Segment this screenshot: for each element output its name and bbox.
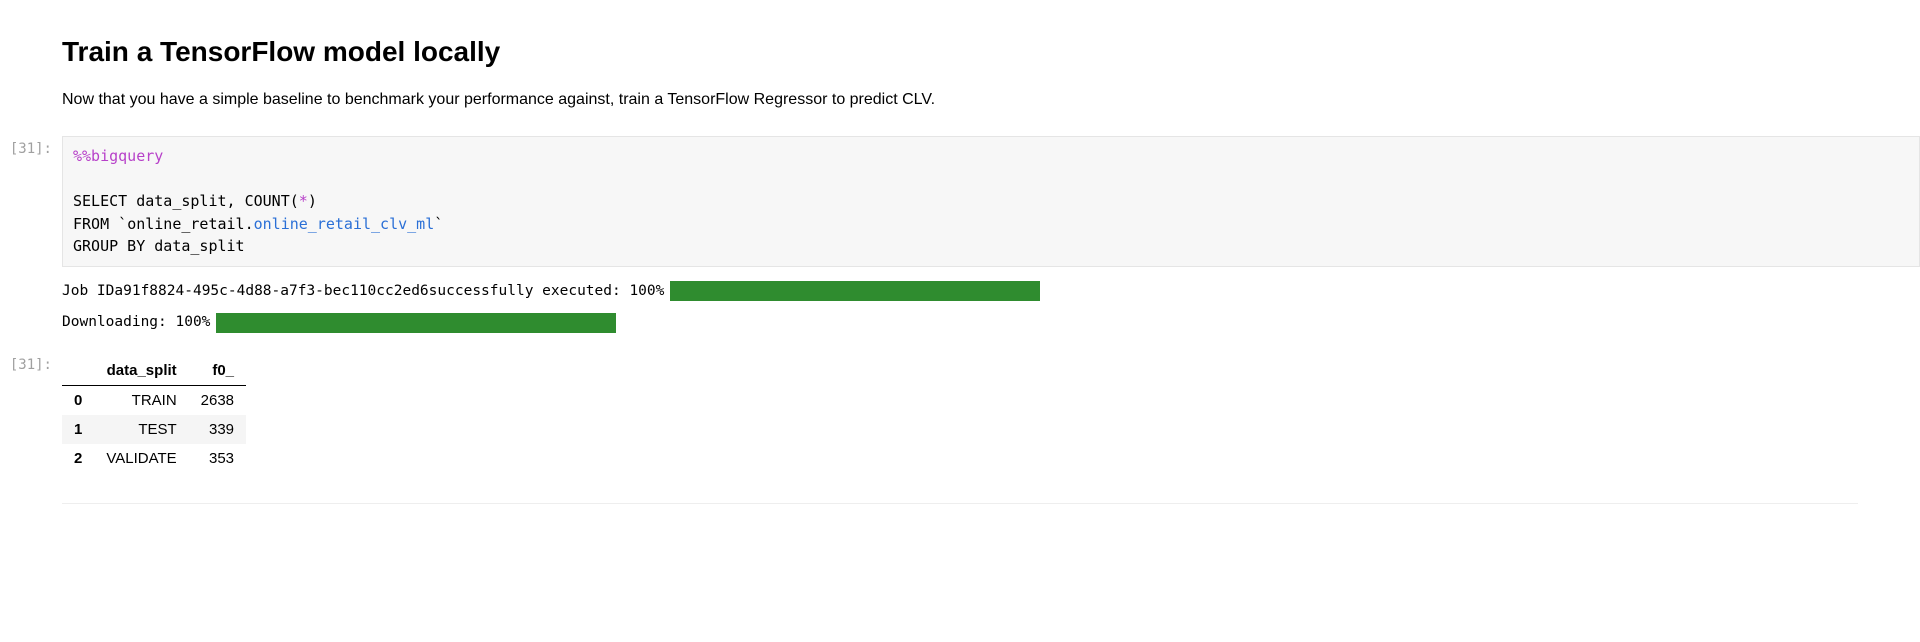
dataframe-table: data_split f0_ 0 TRAIN 2638 1 TEST 339 xyxy=(62,356,246,473)
select-close: ) xyxy=(308,192,317,210)
output-cell-table: [31]: data_split f0_ 0 TRAIN 2638 xyxy=(0,352,1920,473)
cell-data-split: TRAIN xyxy=(94,386,188,416)
output-prompt: [31]: xyxy=(0,352,62,373)
table-row: 1 TEST 339 xyxy=(62,415,246,444)
kw-select: SELECT xyxy=(73,192,127,210)
section-intro: Now that you have a simple baseline to b… xyxy=(62,88,1920,112)
table-row: 0 TRAIN 2638 xyxy=(62,386,246,416)
col-header-index xyxy=(62,356,94,386)
output-area: Job ID a91f8824-495c-4d88-a7f3-bec110cc2… xyxy=(62,267,1920,353)
col-header-f0: f0_ xyxy=(189,356,246,386)
cell-f0: 353 xyxy=(189,444,246,473)
cell-f0: 339 xyxy=(189,415,246,444)
output-prompt-blank xyxy=(0,267,62,272)
cell-data-split: VALIDATE xyxy=(94,444,188,473)
job-id: a91f8824-495c-4d88-a7f3-bec110cc2ed6 xyxy=(114,281,428,303)
job-prefix: Job ID xyxy=(62,281,114,303)
input-prompt: [31]: xyxy=(0,136,62,157)
job-progress-bar xyxy=(670,281,1040,301)
kw-group: GROUP BY xyxy=(73,237,145,255)
code-input[interactable]: %%bigquery SELECT data_split, COUNT(*) F… xyxy=(62,136,1920,267)
output-cell-progress: Job ID a91f8824-495c-4d88-a7f3-bec110cc2… xyxy=(0,267,1920,353)
section-heading: Train a TensorFlow model locally xyxy=(62,36,1920,68)
notebook: Train a TensorFlow model locally Now tha… xyxy=(0,36,1920,504)
job-suffix: successfully executed: 100% xyxy=(429,281,665,303)
group-cols: data_split xyxy=(145,237,244,255)
tick-open: ` xyxy=(109,215,127,233)
divider xyxy=(62,503,1858,504)
magic-command: %%bigquery xyxy=(73,147,163,165)
download-label: Downloading: 100% xyxy=(62,312,210,334)
tick-close: ` xyxy=(434,215,443,233)
cell-data-split: TEST xyxy=(94,415,188,444)
download-status-line: Downloading: 100% xyxy=(62,312,1920,334)
star: * xyxy=(299,192,308,210)
kw-from: FROM xyxy=(73,215,109,233)
code-cell: [31]: %%bigquery SELECT data_split, COUN… xyxy=(0,136,1920,267)
job-status-line: Job ID a91f8824-495c-4d88-a7f3-bec110cc2… xyxy=(62,281,1920,303)
cell-f0: 2638 xyxy=(189,386,246,416)
row-index: 0 xyxy=(62,386,94,416)
table-row: 2 VALIDATE 353 xyxy=(62,444,246,473)
col-header-data-split: data_split xyxy=(94,356,188,386)
table-ident: online_retail_clv_ml xyxy=(254,215,435,233)
select-cols: data_split, COUNT( xyxy=(127,192,299,210)
schema: online_retail. xyxy=(127,215,253,233)
row-index: 1 xyxy=(62,415,94,444)
download-progress-bar xyxy=(216,313,616,333)
row-index: 2 xyxy=(62,444,94,473)
